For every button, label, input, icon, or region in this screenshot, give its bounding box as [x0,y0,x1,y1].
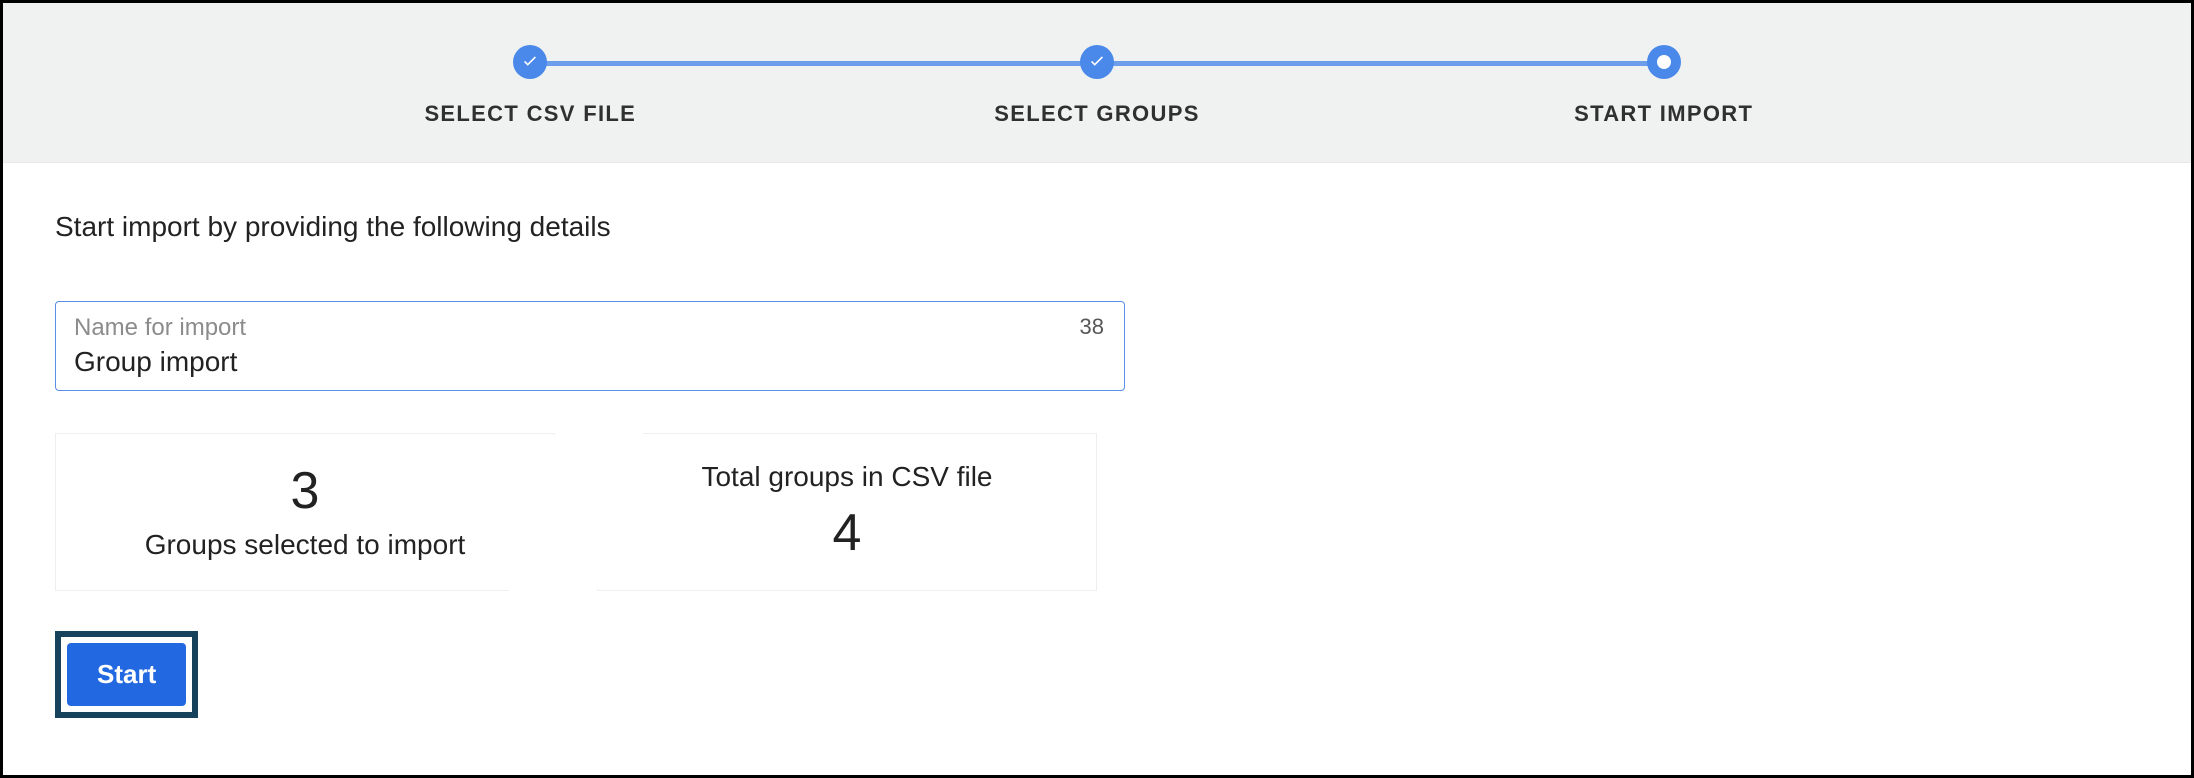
step-start-import[interactable]: START IMPORT [1380,45,1947,127]
instructions-text: Start import by providing the following … [55,211,2139,243]
total-groups-value: 4 [833,505,862,562]
total-groups-card: Total groups in CSV file 4 [597,433,1097,591]
stats-row: 3 Groups selected to import Total groups… [55,433,2139,591]
stepper-bar: SELECT CSV FILE SELECT GROUPS START IMPO… [3,3,2191,163]
step-label: START IMPORT [1574,101,1753,127]
start-button-highlight: Start [55,631,198,718]
current-step-icon [1647,45,1681,79]
step-label: SELECT GROUPS [994,101,1199,127]
name-field-label: Name for import [74,314,1106,342]
start-button[interactable]: Start [67,643,186,706]
step-select-csv-file[interactable]: SELECT CSV FILE [247,45,814,127]
checkmark-icon [513,45,547,79]
groups-selected-value: 3 [291,463,320,520]
content-area: Start import by providing the following … [3,163,2191,766]
step-select-groups[interactable]: SELECT GROUPS [814,45,1381,127]
groups-selected-card: 3 Groups selected to import [55,433,555,591]
name-for-import-field[interactable]: Name for import 38 [55,301,1125,391]
stepper: SELECT CSV FILE SELECT GROUPS START IMPO… [247,45,1947,127]
name-for-import-input[interactable] [74,346,1003,378]
char-remaining-count: 38 [1080,314,1104,340]
step-label: SELECT CSV FILE [424,101,636,127]
checkmark-icon [1080,45,1114,79]
groups-selected-label: Groups selected to import [145,529,466,561]
total-groups-label: Total groups in CSV file [701,461,992,493]
